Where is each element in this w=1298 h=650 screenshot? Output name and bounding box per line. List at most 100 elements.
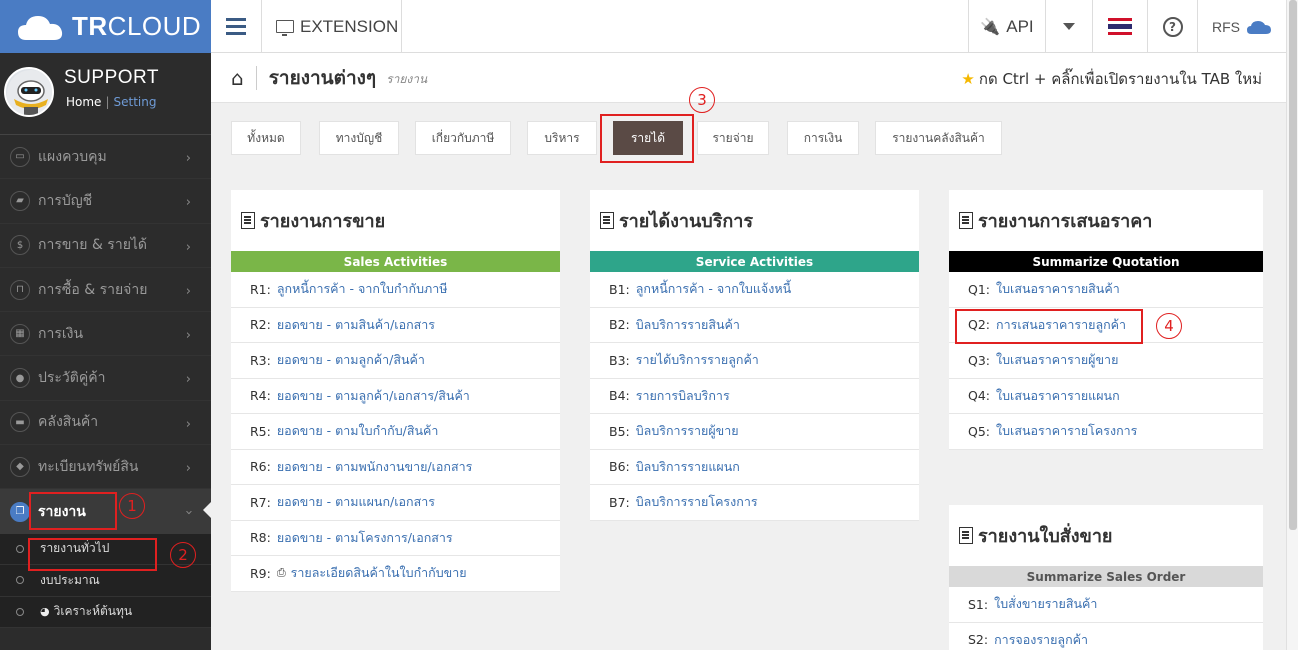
tab-accounting[interactable]: ทางบัญชี	[319, 121, 399, 155]
report-link[interactable]: ใบเสนอราคารายโครงการ	[996, 421, 1137, 441]
sidebar-item-assets[interactable]: ◆ ทะเบียนทรัพย์สิน ›	[0, 445, 211, 490]
sidebar-item-finance[interactable]: ▦ การเงิน ›	[0, 312, 211, 357]
link-separator: |	[105, 95, 110, 109]
report-link[interactable]: ยอดขาย - ตามสินค้า/เอกสาร	[277, 315, 435, 335]
report-list: S1: ใบสั่งขายรายสินค้า S2: การจองรายลูกค้า	[949, 587, 1263, 650]
report-link[interactable]: ยอดขาย - ตามลูกค้า/เอกสาร/สินค้า	[277, 386, 470, 406]
home-icon[interactable]: ⌂	[231, 66, 244, 90]
report-link[interactable]: บิลบริการรายผู้ขาย	[636, 421, 739, 441]
cloud-icon	[1247, 20, 1271, 34]
report-row[interactable]: R6: ยอดขาย - ตามพนักงานขาย/เอกสาร	[231, 450, 560, 485]
report-row[interactable]: R7: ยอดขาย - ตามแผนก/เอกสาร	[231, 485, 560, 521]
report-row[interactable]: R4: ยอดขาย - ตามลูกค้า/เอกสาร/สินค้า	[231, 379, 560, 414]
report-row[interactable]: R5: ยอดขาย - ตามใบกำกับ/สินค้า	[231, 414, 560, 450]
sidebar-item-dashboard[interactable]: ▭ แผงควบคุม ›	[0, 135, 211, 180]
report-row[interactable]: S2: การจองรายลูกค้า	[949, 623, 1263, 650]
chevron-right-icon: ›	[185, 372, 191, 388]
sidebar-item-label: การบัญชี	[38, 192, 93, 209]
api-button[interactable]: 🔌 API	[968, 0, 1045, 53]
help-button[interactable]: ?	[1147, 0, 1197, 53]
vertical-scrollbar[interactable]	[1286, 0, 1298, 650]
report-row[interactable]: B4: รายการบิลบริการ	[590, 379, 919, 414]
chevron-right-icon: ›	[185, 416, 191, 432]
report-row[interactable]: B2: บิลบริการรายสินค้า	[590, 308, 919, 343]
highlight-box-q2	[955, 309, 1143, 344]
rfs-account-button[interactable]: RFS	[1197, 0, 1286, 53]
report-link[interactable]: บิลบริการรายสินค้า	[636, 315, 740, 335]
hamburger-menu-button[interactable]	[211, 0, 262, 53]
sidebar-item-sales[interactable]: $ การขาย & รายได้ ›	[0, 224, 211, 268]
report-row[interactable]: Q3: ใบเสนอราคารายผู้ขาย	[949, 343, 1263, 379]
profile-name: SUPPORT	[64, 67, 160, 88]
avatar[interactable]	[4, 67, 54, 117]
report-link[interactable]: รายการบิลบริการ	[636, 386, 730, 406]
extension-button[interactable]: EXTENSION	[262, 0, 402, 53]
copy-icon: ❐	[10, 501, 30, 522]
report-link[interactable]: รายละเอียดสินค้าในใบกำกับขาย	[291, 563, 467, 583]
report-list: Q1: ใบเสนอราคารายสินค้า Q2: การเสนอราคารายล…	[949, 272, 1263, 450]
report-link[interactable]: ใบเสนอราคารายผู้ขาย	[996, 350, 1118, 370]
report-row[interactable]: R9: ⎙ รายละเอียดสินค้าในใบกำกับขาย	[231, 556, 560, 592]
report-code: R9:	[250, 565, 271, 581]
report-link[interactable]: ลูกหนี้การค้า - จากใบกำกับภาษี	[277, 279, 448, 299]
report-row[interactable]: B7: บิลบริการรายโครงการ	[590, 485, 919, 521]
chevron-down-icon: ›	[180, 510, 196, 516]
tab-expense[interactable]: รายจ่าย	[697, 121, 769, 155]
report-row[interactable]: S1: ใบสั่งขายรายสินค้า	[949, 587, 1263, 623]
report-row[interactable]: B6: บิลบริการรายแผนก	[590, 450, 919, 485]
setting-link[interactable]: Setting	[113, 95, 156, 109]
monitor-icon	[276, 20, 294, 36]
report-code: B7:	[609, 494, 630, 510]
cart-icon: ⊓	[10, 279, 30, 300]
report-link[interactable]: ยอดขาย - ตามลูกค้า/สินค้า	[277, 350, 425, 370]
dropdown-button[interactable]	[1045, 0, 1092, 53]
report-link[interactable]: บิลบริการรายแผนก	[636, 457, 740, 477]
step-marker-2: 2	[170, 542, 196, 568]
sales-order-report-panel: รายงานใบสั่งขาย Summarize Sales Order S1…	[949, 505, 1263, 650]
report-link[interactable]: ยอดขาย - ตามใบกำกับ/สินค้า	[277, 421, 439, 441]
report-link[interactable]: ใบเสนอราคารายสินค้า	[996, 279, 1120, 299]
panel-title-text: รายงานใบสั่งขาย	[978, 526, 1113, 547]
report-row[interactable]: B1: ลูกหนี้การค้า - จากใบแจ้งหนี้	[590, 272, 919, 308]
report-row[interactable]: B5: บิลบริการรายผู้ขาย	[590, 414, 919, 450]
report-row[interactable]: R3: ยอดขาย - ตามลูกค้า/สินค้า	[231, 343, 560, 379]
sidebar-item-inventory[interactable]: ▬ คลังสินค้า ›	[0, 401, 211, 446]
tab-inventory-reports[interactable]: รายงานคลังสินค้า	[875, 121, 1002, 155]
report-link[interactable]: ยอดขาย - ตามพนักงานขาย/เอกสาร	[277, 457, 473, 477]
report-link[interactable]: ใบสั่งขายรายสินค้า	[994, 594, 1097, 614]
sidebar-item-partners[interactable]: ● ประวัติคู่ค้า ›	[0, 356, 211, 401]
thai-flag-icon	[1108, 18, 1132, 35]
report-link[interactable]: ใบเสนอราคารายแผนก	[996, 386, 1120, 406]
home-link[interactable]: Home	[66, 95, 101, 109]
report-row[interactable]: R2: ยอดขาย - ตามสินค้า/เอกสาร	[231, 308, 560, 343]
report-row[interactable]: Q1: ใบเสนอราคารายสินค้า	[949, 272, 1263, 308]
report-link[interactable]: รายได้บริการรายลูกค้า	[636, 350, 759, 370]
report-link[interactable]: ลูกหนี้การค้า - จากใบแจ้งหนี้	[636, 279, 791, 299]
report-row[interactable]: R1: ลูกหนี้การค้า - จากใบกำกับภาษี	[231, 272, 560, 308]
language-button[interactable]	[1092, 0, 1147, 53]
active-caret	[203, 502, 211, 519]
tab-finance[interactable]: การเงิน	[787, 121, 859, 155]
hint-text: กด Ctrl + คลิ๊กเพื่อเปิดรายงานใน TAB ใหม…	[978, 70, 1262, 88]
report-row[interactable]: B3: รายได้บริการรายลูกค้า	[590, 343, 919, 379]
chevron-right-icon: ›	[185, 283, 191, 299]
report-link[interactable]: ยอดขาย - ตามแผนก/เอกสาร	[277, 492, 435, 512]
report-link[interactable]: การจองรายลูกค้า	[994, 630, 1088, 650]
scrollbar-thumb[interactable]	[1289, 0, 1297, 530]
book-icon: ▰	[10, 190, 30, 211]
report-code: B3:	[609, 352, 630, 368]
brand-name: TRCLOUD	[72, 11, 202, 41]
tab-all[interactable]: ทั้งหมด	[231, 121, 301, 155]
report-row[interactable]: R8: ยอดขาย - ตามโครงการ/เอกสาร	[231, 521, 560, 556]
tab-tax[interactable]: เกี่ยวกับภาษี	[415, 121, 511, 155]
report-link[interactable]: ยอดขาย - ตามโครงการ/เอกสาร	[277, 528, 453, 548]
bullet-icon	[16, 607, 24, 616]
sidebar-item-accounting[interactable]: ▰ การบัญชี ›	[0, 179, 211, 224]
report-row[interactable]: Q5: ใบเสนอราคารายโครงการ	[949, 414, 1263, 450]
report-link[interactable]: บิลบริการรายโครงการ	[636, 492, 758, 512]
tab-management[interactable]: บริหาร	[527, 121, 597, 155]
sidebar-item-purchase[interactable]: ⊓ การซื้อ & รายจ่าย ›	[0, 268, 211, 313]
submenu-item-cost-analysis[interactable]: ◕ วิเคราะห์ต้นทุน	[0, 597, 211, 629]
brand-logo[interactable]: TRCLOUD	[0, 0, 211, 53]
report-row[interactable]: Q4: ใบเสนอราคารายแผนก	[949, 379, 1263, 414]
